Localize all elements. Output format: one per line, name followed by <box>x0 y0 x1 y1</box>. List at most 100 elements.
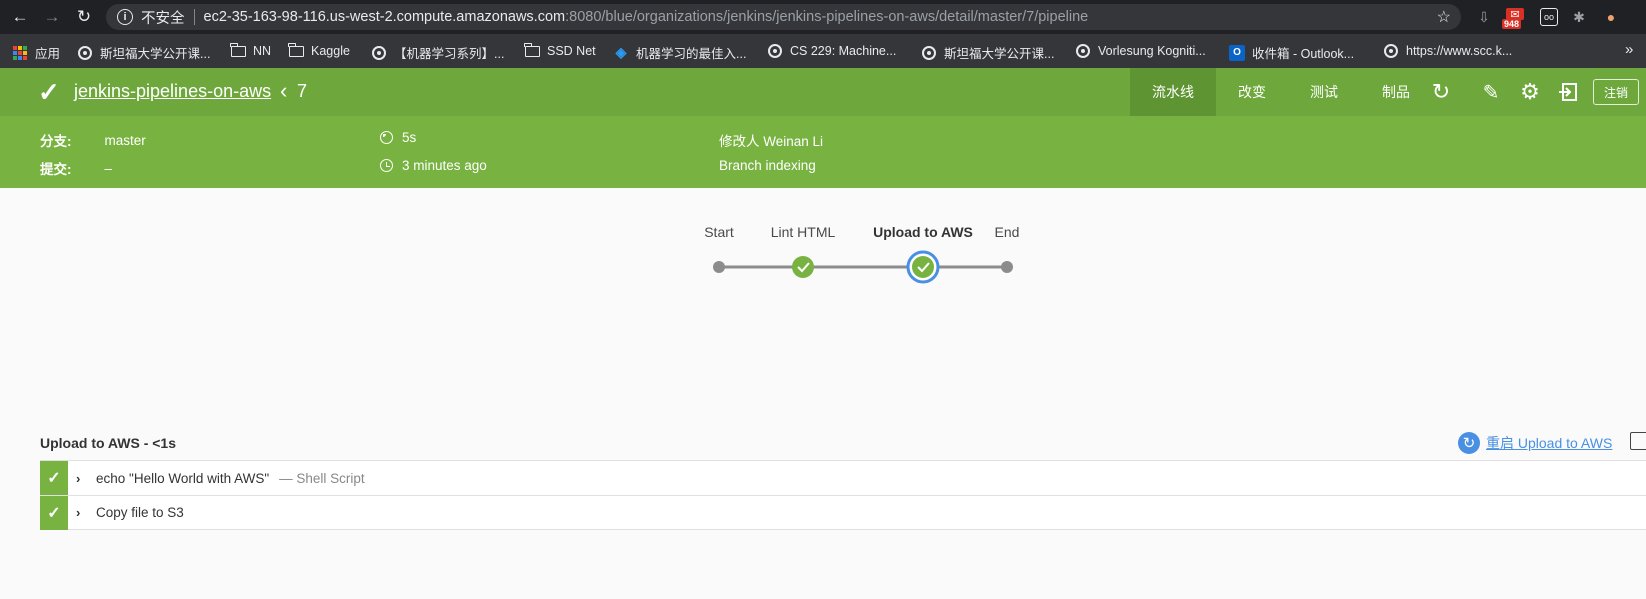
step-row[interactable]: ✓ › Copy file to S3 <box>40 495 1646 530</box>
bookmark-label: NN <box>253 44 272 58</box>
run-summary: 分支: master 提交: – 5s 3 minutes ago 修改人 We… <box>0 116 1646 188</box>
step-text: echo "Hello World with AWS" <box>96 470 270 486</box>
restart-icon: ↻ <box>1458 432 1480 454</box>
open-external-icon[interactable] <box>1630 432 1646 450</box>
step-text: Copy file to S3 <box>96 505 184 520</box>
step-row[interactable]: ✓ › echo "Hello World with AWS" — Shell … <box>40 460 1646 495</box>
stage-label-start: Start <box>704 224 734 240</box>
url-path: :8080/blue/organizations/jenkins/jenkins… <box>565 9 1089 25</box>
edit-pencil-icon[interactable]: ✎ <box>1478 79 1504 105</box>
forward-arrow-icon[interactable]: → <box>42 7 62 27</box>
address-bar[interactable]: i 不安全 ec2-35-163-98-116.us-west-2.comput… <box>106 4 1461 30</box>
profile-extension-icon[interactable]: ● <box>1602 8 1620 26</box>
pipeline-graph-canvas <box>713 250 1013 284</box>
run-cause: Branch indexing <box>719 158 816 173</box>
bookmark-item[interactable]: Vorlesung Kogniti... <box>1075 43 1206 59</box>
bookmark-label: https://www.scc.k... <box>1406 44 1513 58</box>
chevron-left-icon: ‹ <box>280 78 288 103</box>
globe-icon <box>921 45 937 61</box>
bookmark-folder-nn[interactable]: NN <box>229 42 272 59</box>
restart-stage-label[interactable]: 重启 Upload to AWS <box>1486 433 1612 453</box>
insecure-label: 不安全 <box>141 10 185 27</box>
bookmark-label: 斯坦福大学公开课... <box>100 47 211 61</box>
branch-value: master <box>104 132 146 148</box>
bookmark-label: Kaggle <box>311 44 350 58</box>
step-success-icon: ✓ <box>40 495 68 530</box>
logout-button[interactable]: 注销 <box>1593 79 1639 105</box>
tab-changes[interactable]: 改变 <box>1216 68 1288 116</box>
exit-icon[interactable] <box>1555 79 1581 105</box>
bookmark-item[interactable]: ◈ 机器学习的最佳入... <box>613 43 747 62</box>
bookmark-folder-ssd[interactable]: SSD Net <box>523 42 596 59</box>
step-list: ✓ › echo "Hello World with AWS" — Shell … <box>40 460 1646 530</box>
bookmark-label: Vorlesung Kogniti... <box>1098 44 1206 58</box>
tab-artifacts[interactable]: 制品 <box>1360 68 1432 116</box>
bookmark-item[interactable]: CS 229: Machine... <box>767 43 896 59</box>
reload-icon[interactable]: ↻ <box>74 7 94 27</box>
mail-badge: 948 <box>1502 19 1522 29</box>
step-description: — Shell Script <box>279 470 365 486</box>
blue-logo-icon: ◈ <box>615 44 627 60</box>
stage-node-upload-to-aws[interactable] <box>906 250 940 284</box>
apps-icon <box>12 45 28 61</box>
bookmark-item[interactable]: 斯坦福大学公开课... <box>77 43 210 62</box>
globe-icon <box>1383 43 1399 59</box>
clock-icon <box>380 159 393 172</box>
bookmark-label: SSD Net <box>547 44 596 58</box>
run-header: ✓ jenkins-pipelines-on-aws ‹ 7 流水线 改变 测试… <box>0 68 1646 116</box>
url-host: ec2-35-163-98-116.us-west-2.compute.amaz… <box>203 9 566 25</box>
bookmark-item[interactable]: 斯坦福大学公开课... <box>921 43 1054 62</box>
bookmark-label: 机器学习的最佳入... <box>636 47 747 61</box>
pipeline-name-link[interactable]: jenkins-pipelines-on-aws <box>74 81 271 102</box>
branch-label: 分支: <box>40 134 72 149</box>
folder-icon <box>523 42 540 59</box>
bookmark-label: CS 229: Machine... <box>790 44 897 58</box>
restart-stage-button[interactable]: ↻ 重启 Upload to AWS <box>1458 432 1612 454</box>
duration-icon <box>380 131 393 144</box>
bookmark-item[interactable]: 【机器学习系列】... <box>371 43 504 62</box>
stage-label-lint-html: Lint HTML <box>770 224 836 240</box>
folder-icon <box>229 42 246 59</box>
globe-icon <box>1075 43 1091 59</box>
info-icon[interactable]: i <box>117 9 133 25</box>
commit-label: 提交: <box>40 162 72 177</box>
bookmark-apps[interactable]: 应用 <box>12 43 60 62</box>
globe-icon <box>767 43 783 59</box>
chevron-right-icon[interactable]: › <box>76 471 90 486</box>
time-ago: 3 minutes ago <box>402 158 487 173</box>
success-check-icon: ✓ <box>38 77 60 107</box>
bookmark-folder-kaggle[interactable]: Kaggle <box>287 42 350 59</box>
gear-icon[interactable]: ⚙ <box>1517 79 1543 105</box>
bookmark-star-icon[interactable]: ☆ <box>1437 7 1451 27</box>
stage-node-end <box>1001 261 1013 273</box>
download-extension-icon[interactable]: ⇩ <box>1475 8 1493 26</box>
changes-by: 修改人 Weinan Li <box>719 134 824 149</box>
bookmark-label: 收件箱 - Outlook... <box>1252 47 1355 61</box>
duration-value: 5s <box>402 130 417 145</box>
bookmarks-overflow-button[interactable]: » <box>1625 41 1633 58</box>
bookmark-label: 斯坦福大学公开课... <box>944 47 1055 61</box>
step-success-icon: ✓ <box>40 461 68 495</box>
back-arrow-icon[interactable]: ← <box>10 7 30 27</box>
bookmarks-bar: 应用 斯坦福大学公开课... NN Kaggle 【机器学习系列】... SSD… <box>0 34 1646 68</box>
rerun-icon[interactable]: ↻ <box>1428 79 1454 105</box>
folder-icon <box>287 42 304 59</box>
pipeline-graph: Start Lint HTML Upload to AWS End <box>690 224 1040 288</box>
tab-tests[interactable]: 测试 <box>1288 68 1360 116</box>
bookmark-label: 【机器学习系列】... <box>394 47 505 61</box>
puzzle-extension-icon[interactable]: ✱ <box>1570 8 1588 26</box>
stage-label-upload-to-aws: Upload to AWS <box>873 224 973 240</box>
stage-node-start <box>713 261 725 273</box>
bookmark-item[interactable]: O 收件箱 - Outlook... <box>1229 43 1354 62</box>
bookmark-item[interactable]: https://www.scc.k... <box>1383 43 1512 59</box>
outlook-icon: O <box>1229 44 1245 61</box>
tab-pipeline[interactable]: 流水线 <box>1130 68 1216 116</box>
globe-icon <box>371 45 387 61</box>
reader-extension-icon[interactable]: oo <box>1540 8 1558 26</box>
stage-node-lint-html[interactable] <box>792 256 814 278</box>
stage-label-end: End <box>994 224 1020 240</box>
chevron-right-icon[interactable]: › <box>76 505 90 520</box>
commit-value: – <box>104 160 113 176</box>
bookmark-label: 应用 <box>35 47 61 61</box>
divider <box>193 9 195 25</box>
